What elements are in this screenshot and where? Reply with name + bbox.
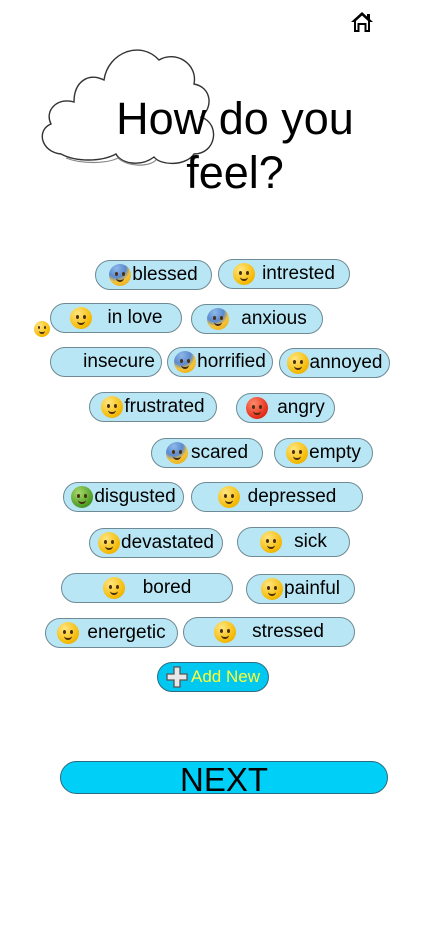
pensive-face-icon (217, 486, 240, 508)
crying-face-icon (98, 532, 121, 554)
face-with-monocle-icon (233, 263, 256, 285)
page-title: How do you feel? (116, 93, 354, 198)
feeling-chip-energetic[interactable]: energetic (45, 618, 178, 648)
feeling-chip-sick[interactable]: sick (237, 527, 350, 557)
feeling-label: devastated (121, 532, 214, 553)
feeling-label: angry (277, 397, 325, 418)
feeling-label: sick (294, 531, 327, 552)
add-new-button[interactable]: Add New (157, 662, 269, 692)
smiling-face-with-halo-icon (109, 264, 132, 286)
yawning-face-icon (102, 577, 125, 599)
feeling-chip-painful[interactable]: painful (246, 574, 355, 604)
grimacing-face-icon (214, 621, 237, 643)
feeling-label: in love (107, 307, 163, 328)
feeling-chip-insecure[interactable]: insecure (50, 347, 162, 377)
next-button[interactable]: NEXT (60, 761, 388, 796)
feeling-label: disgusted (94, 486, 176, 507)
smiling-face-with-hearts-icon (69, 307, 92, 329)
feeling-chip-devastated[interactable]: devastated (89, 528, 223, 558)
feeling-label: painful (284, 578, 340, 599)
feeling-label: stressed (252, 621, 324, 642)
feeling-chip-depressed[interactable]: depressed (191, 482, 363, 512)
feeling-label: frustrated (124, 396, 205, 417)
feeling-chip-annoyed[interactable]: annoyed (279, 348, 390, 378)
feeling-chip-scared[interactable]: scared (151, 438, 263, 468)
feeling-chip-empty[interactable]: empty (274, 438, 373, 468)
angry-face-icon (246, 397, 269, 419)
feeling-chip-blessed[interactable]: blessed (95, 260, 212, 290)
feeling-chip-angry[interactable]: angry (236, 393, 335, 423)
feeling-label: horrified (197, 351, 266, 372)
home-icon (351, 12, 373, 32)
feeling-chip-stressed[interactable]: stressed (183, 617, 355, 647)
fearful-face-icon (165, 442, 188, 464)
face-with-steam-from-nose-icon (101, 396, 124, 418)
feeling-label: scared (190, 442, 249, 463)
feeling-label: empty (309, 442, 361, 463)
face-screaming-in-fear-icon (174, 351, 197, 373)
feeling-label: energetic (87, 622, 166, 643)
face-with-thermometer-icon (260, 531, 283, 553)
feeling-chip-intrested[interactable]: intrested (218, 259, 350, 289)
feeling-chip-in-love[interactable]: in love (50, 303, 182, 333)
feeling-label: annoyed (309, 352, 383, 373)
smiling-face-with-raised-hands-icon (57, 622, 80, 644)
plus-icon (166, 666, 188, 688)
feeling-chip-horrified[interactable]: horrified (167, 347, 273, 377)
feeling-chip-frustrated[interactable]: frustrated (89, 392, 217, 422)
confused-face-icon (34, 321, 50, 337)
feeling-label: depressed (247, 486, 337, 507)
feeling-chip-anxious[interactable]: anxious (191, 304, 323, 334)
nauseated-face-icon (71, 486, 94, 508)
feeling-chip-disgusted[interactable]: disgusted (63, 482, 184, 512)
feeling-label: bored (142, 577, 192, 598)
add-new-label: Add New (191, 667, 260, 686)
feeling-label: intrested (262, 263, 335, 284)
face-with-open-mouth-icon (286, 442, 309, 464)
feeling-label: anxious (241, 308, 307, 329)
home-button[interactable] (349, 10, 375, 34)
anxious-face-with-sweat-icon (207, 308, 230, 330)
face-with-rolling-eyes-icon (286, 352, 309, 374)
feeling-label: blessed (132, 264, 198, 285)
feeling-chip-bored[interactable]: bored (61, 573, 233, 603)
feeling-label: insecure (83, 351, 155, 372)
face-with-head-bandage-icon (261, 578, 283, 600)
